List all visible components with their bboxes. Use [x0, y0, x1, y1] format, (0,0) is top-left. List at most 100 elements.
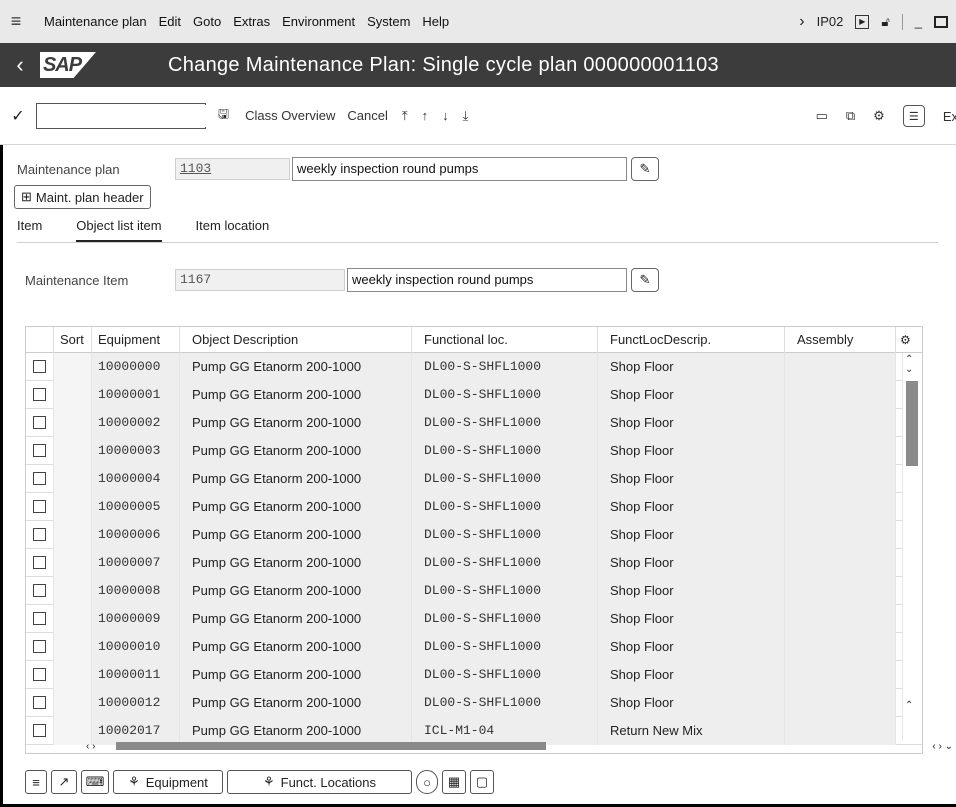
- chevron-down-icon[interactable]: ⌵: [217, 108, 227, 123]
- row-select-cell[interactable]: [26, 548, 54, 577]
- funct-loc-description-cell[interactable]: Shop Floor: [598, 464, 785, 493]
- vertical-scrollbar[interactable]: ⌃ ⌄ ⌃: [902, 353, 922, 741]
- sort-cell[interactable]: [54, 352, 92, 381]
- funct-loc-description-cell[interactable]: Shop Floor: [598, 408, 785, 437]
- equipment-cell[interactable]: 10000005: [92, 492, 180, 521]
- equipment-cell[interactable]: 10000001: [92, 380, 180, 409]
- equipment-button[interactable]: ⚘ Equipment: [113, 770, 223, 794]
- row-checkbox[interactable]: [33, 388, 46, 401]
- description-cell[interactable]: Pump GG Etanorm 200-1000: [180, 576, 412, 605]
- funct-loc-description-cell[interactable]: Shop Floor: [598, 352, 785, 381]
- scroll-up-icon[interactable]: ⌃: [905, 701, 913, 711]
- row-checkbox[interactable]: [33, 416, 46, 429]
- description-cell[interactable]: Pump GG Etanorm 200-1000: [180, 352, 412, 381]
- hamburger-menu-icon[interactable]: ≡: [0, 11, 32, 32]
- sort-cell[interactable]: [54, 408, 92, 437]
- keyboard-icon[interactable]: ⌨: [81, 770, 109, 794]
- assembly-cell[interactable]: [785, 352, 896, 381]
- functional-location-cell[interactable]: DL00-S-SHFL1000: [412, 632, 598, 661]
- table-settings-icon[interactable]: ⚙: [896, 327, 922, 353]
- row-select-cell[interactable]: [26, 352, 54, 381]
- export-icon[interactable]: ↗: [51, 770, 77, 794]
- table-row[interactable]: 10000004 Pump GG Etanorm 200-1000 DL00-S-S…: [26, 464, 922, 493]
- equipment-cell[interactable]: 10000002: [92, 408, 180, 437]
- exit-button[interactable]: Ex: [943, 109, 956, 124]
- horizontal-scroll-thumb[interactable]: [116, 742, 546, 750]
- row-select-cell[interactable]: [26, 464, 54, 493]
- funct-loc-description-cell[interactable]: Shop Floor: [598, 492, 785, 521]
- functional-location-cell[interactable]: DL00-S-SHFL1000: [412, 604, 598, 633]
- functional-location-cell[interactable]: DL00-S-SHFL1000: [412, 548, 598, 577]
- maximize-icon[interactable]: [934, 15, 948, 28]
- menu-extras[interactable]: Extras: [233, 14, 270, 29]
- horizontal-scrollbar[interactable]: ‹ › ‹ › ⌄: [86, 739, 953, 753]
- row-checkbox[interactable]: [33, 360, 46, 373]
- row-checkbox[interactable]: [33, 528, 46, 541]
- select-all-header[interactable]: [26, 326, 54, 353]
- row-checkbox[interactable]: [33, 612, 46, 625]
- sort-cell[interactable]: [54, 632, 92, 661]
- table-row[interactable]: 10000005 Pump GG Etanorm 200-1000 DL00-S-S…: [26, 492, 922, 521]
- functional-location-cell[interactable]: DL00-S-SHFL1000: [412, 492, 598, 521]
- select-all-icon[interactable]: ▦: [442, 770, 466, 794]
- sort-cell[interactable]: [54, 604, 92, 633]
- menu-system[interactable]: System: [367, 14, 410, 29]
- next-page-icon[interactable]: ↓: [442, 108, 449, 123]
- table-row[interactable]: 10000007 Pump GG Etanorm 200-1000 DL00-S-S…: [26, 548, 922, 577]
- table-row[interactable]: 10000001 Pump GG Etanorm 200-1000 DL00-S-S…: [26, 380, 922, 409]
- equipment-cell[interactable]: 10000000: [92, 352, 180, 381]
- funct-loc-description-cell[interactable]: Shop Floor: [598, 660, 785, 689]
- assembly-cell[interactable]: [785, 632, 896, 661]
- sort-cell[interactable]: [54, 520, 92, 549]
- assembly-cell[interactable]: [785, 660, 896, 689]
- table-row[interactable]: 10000006 Pump GG Etanorm 200-1000 DL00-S-S…: [26, 520, 922, 549]
- circle-icon[interactable]: ○: [416, 770, 438, 794]
- description-cell[interactable]: Pump GG Etanorm 200-1000: [180, 604, 412, 633]
- vertical-scroll-thumb[interactable]: [906, 381, 918, 466]
- equipment-cell[interactable]: 10000008: [92, 576, 180, 605]
- scroll-left-right-icon[interactable]: ‹ › ⌄: [932, 741, 953, 752]
- functional-location-cell[interactable]: DL00-S-SHFL1000: [412, 688, 598, 717]
- functional-location-cell[interactable]: DL00-S-SHFL1000: [412, 660, 598, 689]
- deselect-all-icon[interactable]: ▢: [470, 770, 494, 794]
- row-checkbox[interactable]: [33, 556, 46, 569]
- functional-location-cell[interactable]: DL00-S-SHFL1000: [412, 352, 598, 381]
- sort-cell[interactable]: [54, 548, 92, 577]
- sort-cell[interactable]: [54, 380, 92, 409]
- col-funct-loc-description[interactable]: FunctLocDescrip.: [598, 326, 785, 353]
- equipment-cell[interactable]: 10000010: [92, 632, 180, 661]
- class-overview-button[interactable]: Class Overview: [245, 108, 335, 123]
- row-checkbox[interactable]: [33, 724, 46, 737]
- row-select-cell[interactable]: [26, 436, 54, 465]
- assembly-cell[interactable]: [785, 688, 896, 717]
- equipment-cell[interactable]: 10000012: [92, 688, 180, 717]
- shortcut-icon[interactable]: ⧉: [846, 108, 855, 124]
- col-sort[interactable]: Sort: [54, 326, 92, 353]
- description-cell[interactable]: Pump GG Etanorm 200-1000: [180, 688, 412, 717]
- menu-edit[interactable]: Edit: [159, 14, 181, 29]
- edit-long-text-icon[interactable]: ✎: [631, 157, 659, 181]
- previous-page-icon[interactable]: ↑: [422, 108, 429, 123]
- assembly-cell[interactable]: [785, 492, 896, 521]
- equipment-cell[interactable]: 10000003: [92, 436, 180, 465]
- row-checkbox[interactable]: [33, 584, 46, 597]
- funct-loc-description-cell[interactable]: Shop Floor: [598, 688, 785, 717]
- row-select-cell[interactable]: [26, 688, 54, 717]
- chevron-right-icon[interactable]: ›: [799, 13, 804, 31]
- funct-loc-description-cell[interactable]: Shop Floor: [598, 632, 785, 661]
- functional-location-cell[interactable]: DL00-S-SHFL1000: [412, 576, 598, 605]
- enter-check-icon[interactable]: ✓: [0, 106, 36, 126]
- row-checkbox[interactable]: [33, 640, 46, 653]
- assembly-cell[interactable]: [785, 520, 896, 549]
- tab-item[interactable]: Item: [17, 218, 42, 242]
- settings-icon[interactable]: ⚙: [873, 108, 885, 124]
- minimize-icon[interactable]: _: [915, 14, 922, 29]
- functional-location-cell[interactable]: DL00-S-SHFL1000: [412, 520, 598, 549]
- funct-locations-button[interactable]: ⚘ Funct. Locations: [227, 770, 412, 794]
- equipment-cell[interactable]: 10000006: [92, 520, 180, 549]
- equipment-cell[interactable]: 10000004: [92, 464, 180, 493]
- command-input[interactable]: [37, 104, 217, 127]
- table-row[interactable]: 10000003 Pump GG Etanorm 200-1000 DL00-S-S…: [26, 436, 922, 465]
- description-cell[interactable]: Pump GG Etanorm 200-1000: [180, 436, 412, 465]
- assembly-cell[interactable]: [785, 548, 896, 577]
